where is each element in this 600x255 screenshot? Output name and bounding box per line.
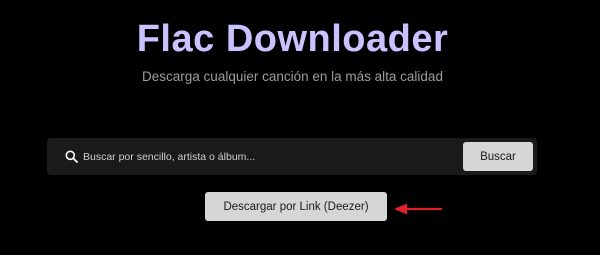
search-icon	[65, 150, 78, 163]
download-by-link-button[interactable]: Descargar por Link (Deezer)	[205, 192, 387, 221]
search-button[interactable]: Buscar	[463, 142, 533, 171]
page-subtitle: Descarga cualquier canción en la más alt…	[142, 69, 443, 84]
page: Flac Downloader Descarga cualquier canci…	[0, 0, 600, 255]
page-title: Flac Downloader	[136, 18, 449, 60]
arrow-left-icon	[393, 202, 443, 216]
search-input[interactable]	[83, 144, 453, 169]
search-bar: Buscar	[47, 138, 537, 175]
